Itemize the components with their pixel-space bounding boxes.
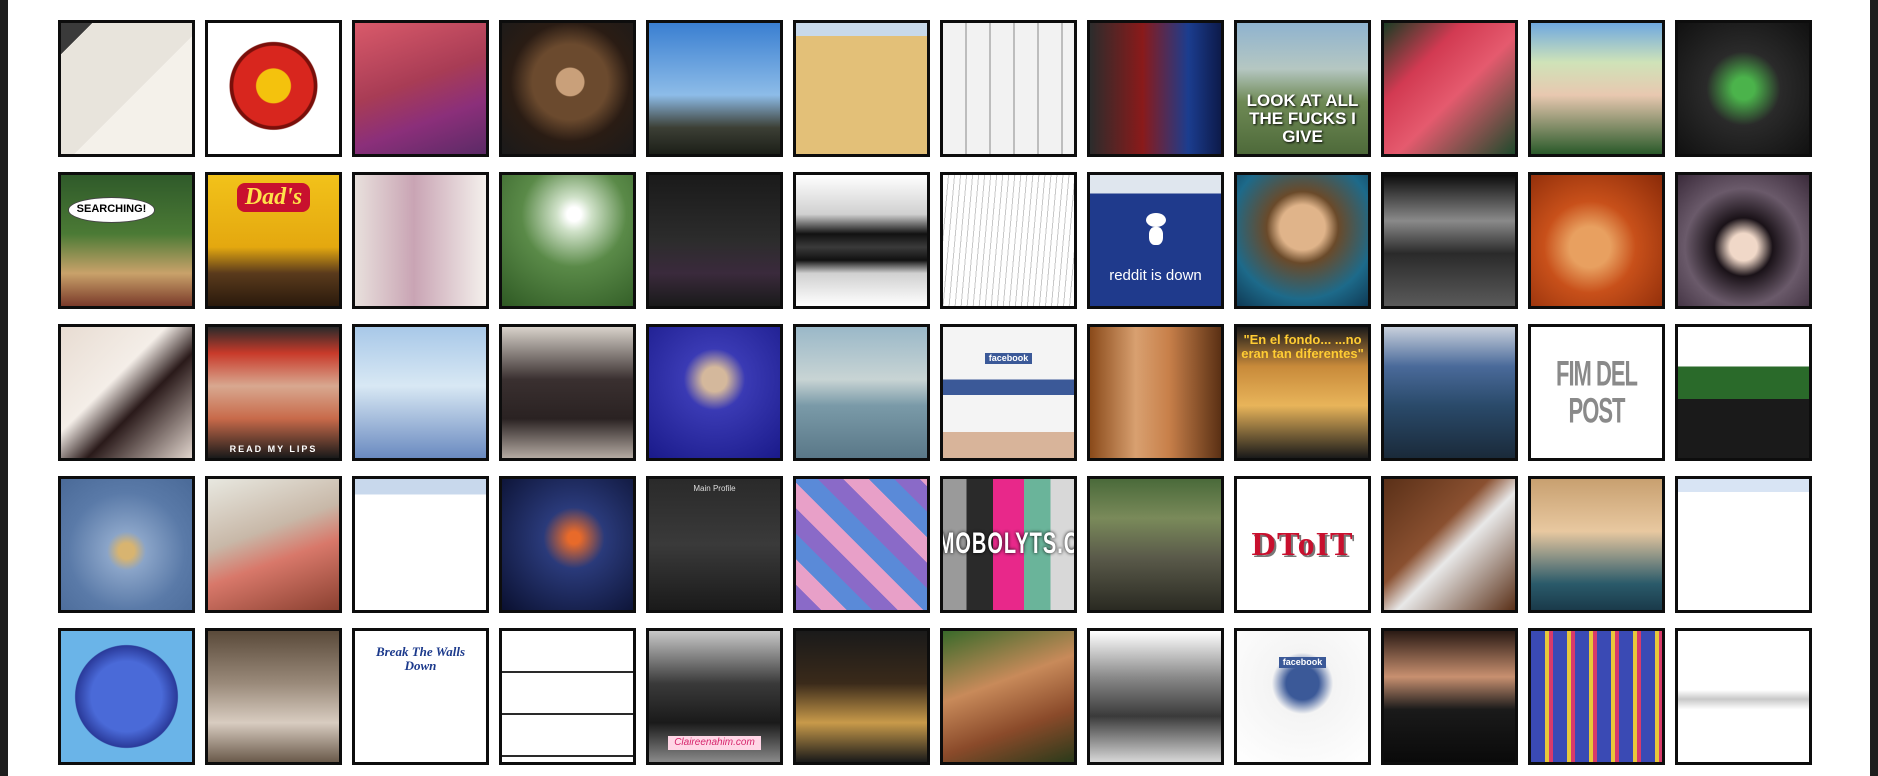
thumbnail-caption: READ MY LIPS bbox=[229, 443, 318, 454]
thumbnail-tile[interactable]: Break The Walls Down bbox=[352, 628, 489, 765]
thumbnail-tile[interactable] bbox=[1381, 476, 1518, 613]
thumbnail-tile[interactable] bbox=[499, 628, 636, 765]
thumbnail-tile[interactable]: READ MY LIPS bbox=[205, 324, 342, 461]
thumbnail-tile[interactable] bbox=[1087, 324, 1224, 461]
thumbnail-tile[interactable] bbox=[1087, 20, 1224, 157]
thumbnail-caption: SEARCHING! bbox=[67, 197, 156, 223]
thumbnail-tile[interactable] bbox=[1675, 628, 1812, 765]
reddit-alien-icon bbox=[1141, 207, 1171, 247]
thumbnail-tile[interactable] bbox=[58, 324, 195, 461]
thumbnail-grid: LOOK AT ALL THE FUCKS I GIVE SEARCHING! Da… bbox=[58, 20, 1812, 765]
thumbnail-caption: SLIMOBOLYTS.COM bbox=[940, 527, 1074, 561]
thumbnail-tile[interactable] bbox=[352, 324, 489, 461]
thumbnail-tile[interactable]: DToIT bbox=[1234, 476, 1371, 613]
thumbnail-tile[interactable] bbox=[205, 476, 342, 613]
thumbnail-tile[interactable]: FIM DEL POST bbox=[1528, 324, 1665, 461]
thumbnail-tile[interactable] bbox=[940, 20, 1077, 157]
thumbnail-caption: reddit is down bbox=[1109, 267, 1202, 285]
thumbnail-tile[interactable] bbox=[352, 172, 489, 309]
thumbnail-tile[interactable] bbox=[1675, 172, 1812, 309]
thumbnail-tile[interactable] bbox=[352, 476, 489, 613]
window-frame-right bbox=[1870, 0, 1878, 776]
thumbnail-caption: Break The Walls Down bbox=[375, 644, 466, 673]
thumbnail-tile[interactable] bbox=[1087, 628, 1224, 765]
thumbnail-caption: facebook bbox=[1278, 657, 1327, 669]
thumbnail-tile[interactable] bbox=[58, 20, 195, 157]
thumbnail-tile[interactable]: facebook bbox=[940, 324, 1077, 461]
thumbnail-tile[interactable] bbox=[1675, 476, 1812, 613]
thumbnail-tile[interactable] bbox=[1675, 324, 1812, 461]
thumbnail-tile[interactable]: "En el fondo... ...no eran tan diferente… bbox=[1234, 324, 1371, 461]
thumbnail-tile[interactable] bbox=[499, 20, 636, 157]
thumbnail-tile[interactable] bbox=[499, 324, 636, 461]
thumbnail-caption: facebook bbox=[984, 353, 1033, 365]
thumbnail-tile[interactable]: SEARCHING! bbox=[58, 172, 195, 309]
thumbnail-tile[interactable] bbox=[205, 628, 342, 765]
thumbnail-tile[interactable]: Dad's bbox=[205, 172, 342, 309]
thumbnail-tile[interactable] bbox=[205, 20, 342, 157]
thumbnail-caption: "En el fondo... ...no eran tan diferente… bbox=[1241, 332, 1364, 361]
thumbnail-tile[interactable] bbox=[940, 172, 1077, 309]
thumbnail-tile[interactable]: Claireenahim.com bbox=[646, 628, 783, 765]
thumbnail-tile[interactable]: SLIMOBOLYTS.COM bbox=[940, 476, 1077, 613]
thumbnail-caption: FIM DEL POST bbox=[1556, 353, 1638, 431]
window-frame-left bbox=[0, 0, 8, 776]
thumbnail-tile[interactable] bbox=[1087, 476, 1224, 613]
thumbnail-tile[interactable]: LOOK AT ALL THE FUCKS I GIVE bbox=[1234, 20, 1371, 157]
thumbnail-tile[interactable] bbox=[1234, 172, 1371, 309]
thumbnail-tile[interactable] bbox=[1381, 20, 1518, 157]
thumbnail-tile[interactable] bbox=[58, 476, 195, 613]
thumbnail-tile[interactable] bbox=[1381, 172, 1518, 309]
thumbnail-tile[interactable] bbox=[793, 20, 930, 157]
thumbnail-tile[interactable] bbox=[940, 628, 1077, 765]
thumbnail-tile[interactable] bbox=[646, 172, 783, 309]
thumbnail-tile[interactable] bbox=[352, 20, 489, 157]
thumbnail-tile[interactable]: reddit is down bbox=[1087, 172, 1224, 309]
thumbnail-tile[interactable] bbox=[793, 172, 930, 309]
thumbnail-tile[interactable] bbox=[646, 20, 783, 157]
thumbnail-tile[interactable] bbox=[1528, 20, 1665, 157]
thumbnail-caption: DToIT bbox=[1251, 525, 1354, 563]
thumbnail-tile[interactable]: Main Profile bbox=[646, 476, 783, 613]
thumbnail-caption: Claireenahim.com bbox=[668, 735, 761, 750]
thumbnail-tile[interactable] bbox=[793, 476, 930, 613]
thumbnail-tile[interactable] bbox=[1381, 324, 1518, 461]
thumbnail-tile[interactable] bbox=[793, 628, 930, 765]
thumbnail-caption: Main Profile bbox=[693, 484, 736, 493]
thumbnail-tile[interactable] bbox=[58, 628, 195, 765]
thumbnail-tile[interactable] bbox=[499, 172, 636, 309]
thumbnail-tile[interactable] bbox=[1381, 628, 1518, 765]
thumbnail-tile[interactable] bbox=[1528, 172, 1665, 309]
thumbnail-tile[interactable] bbox=[1528, 628, 1665, 765]
thumbnail-tile[interactable] bbox=[1528, 476, 1665, 613]
thumbnail-tile[interactable] bbox=[499, 476, 636, 613]
thumbnail-caption: LOOK AT ALL THE FUCKS I GIVE bbox=[1246, 91, 1359, 147]
thumbnail-tile[interactable] bbox=[1675, 20, 1812, 157]
thumbnail-tile[interactable]: facebook bbox=[1234, 628, 1371, 765]
thumbnail-tile[interactable] bbox=[646, 324, 783, 461]
thumbnail-caption: Dad's bbox=[236, 183, 311, 213]
thumbnail-tile[interactable] bbox=[793, 324, 930, 461]
